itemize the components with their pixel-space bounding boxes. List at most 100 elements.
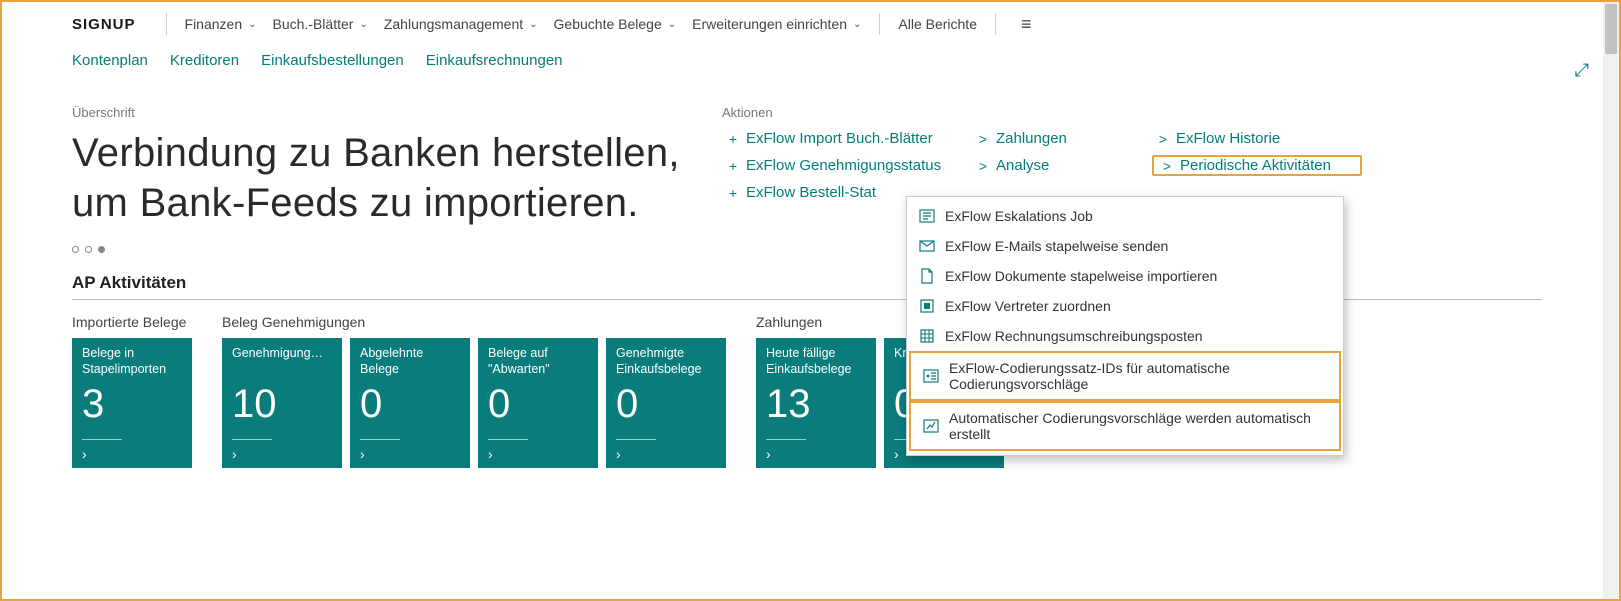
menu-gebuchte-belege[interactable]: Gebuchte Belege ⌄ bbox=[546, 12, 685, 36]
tile-groups: Importierte Belege Belege in Stapelimport… bbox=[72, 314, 1619, 468]
carousel-dot[interactable] bbox=[85, 246, 92, 253]
chevron-right-icon: › bbox=[360, 446, 365, 462]
scrollbar[interactable] bbox=[1603, 2, 1619, 599]
chevron-right-icon: › bbox=[488, 446, 493, 462]
tile-label: Belege in Stapelimporten bbox=[82, 346, 182, 380]
chevron-right-icon: › bbox=[616, 446, 621, 462]
headline-text: Verbindung zu Banken herstellen, um Bank… bbox=[72, 128, 722, 228]
tile-label: Belege auf "Abwarten" bbox=[488, 346, 588, 380]
menu-finanzen[interactable]: Finanzen⌄ bbox=[177, 12, 265, 36]
top-menu-bar: SIGNUP Finanzen⌄ Buch.-Blätter ⌄ Zahlungs… bbox=[2, 2, 1619, 46]
dropdown-item[interactable]: ExFlow Eskalations Job bbox=[907, 201, 1343, 231]
chevron-down-icon: ⌄ bbox=[668, 19, 676, 30]
chevron-down-icon: ⌄ bbox=[853, 19, 861, 30]
action-label: Periodische Aktivitäten bbox=[1180, 157, 1331, 174]
tile-value: 3 bbox=[82, 382, 182, 427]
tile-divider bbox=[766, 439, 806, 440]
dropdown-item[interactable]: Automatischer Codierungsvorschläge werde… bbox=[909, 401, 1341, 451]
tiles-row: Genehmigung…10›Abgelehnte Belege0›Belege… bbox=[222, 338, 726, 468]
menu-erweiterungen[interactable]: Erweiterungen einrichten⌄ bbox=[684, 12, 869, 36]
action-label: Zahlungen bbox=[996, 130, 1067, 147]
action-analyse[interactable]: >Analyse bbox=[972, 155, 1142, 176]
headline-caption: Überschrift bbox=[72, 105, 722, 120]
tile-divider bbox=[360, 439, 400, 440]
kpi-tile[interactable]: Genehmigung…10 › bbox=[222, 338, 342, 468]
tile-group: Importierte Belege Belege in Stapelimport… bbox=[72, 314, 192, 468]
tile-value: 0 bbox=[616, 382, 716, 427]
plus-icon: + bbox=[726, 185, 740, 201]
dropdown-item-label: ExFlow-Codierungssatz-IDs für automatisc… bbox=[949, 360, 1327, 392]
actions-grid: +ExFlow Import Buch.-Blätter >Zahlungen … bbox=[722, 128, 1619, 203]
dropdown-item[interactable]: ExFlow Dokumente stapelweise importieren bbox=[907, 261, 1343, 291]
menu-label: Zahlungsmanagement bbox=[384, 16, 523, 32]
chevron-right-icon: › bbox=[232, 446, 237, 462]
tile-value: 0 bbox=[360, 382, 460, 427]
chevron-down-icon: ⌄ bbox=[359, 19, 367, 30]
menu-buch-blaetter[interactable]: Buch.-Blätter ⌄ bbox=[265, 12, 376, 36]
menu-alle-berichte[interactable]: Alle Berichte bbox=[890, 12, 985, 36]
action-periodische-aktivitaeten[interactable]: > Periodische Aktivitäten bbox=[1152, 155, 1362, 176]
tile-value: 13 bbox=[766, 382, 866, 427]
tile-divider bbox=[82, 439, 122, 440]
tile-value: 10 bbox=[232, 382, 332, 427]
action-exflow-import[interactable]: +ExFlow Import Buch.-Blätter bbox=[722, 128, 962, 149]
action-exflow-genehmigung[interactable]: +ExFlow Genehmigungsstatus bbox=[722, 155, 962, 176]
dropdown-item[interactable]: ExFlow Vertreter zuordnen bbox=[907, 291, 1343, 321]
menu-label: Buch.-Blätter bbox=[273, 16, 354, 32]
brand-label: SIGNUP bbox=[72, 16, 136, 33]
dropdown-item[interactable]: ExFlow E-Mails stapelweise senden bbox=[907, 231, 1343, 261]
kpi-tile[interactable]: Belege in Stapelimporten3 › bbox=[72, 338, 192, 468]
tile-label: Genehmigung… bbox=[232, 346, 332, 380]
dropdown-item[interactable]: ExFlow Rechnungsumschreibungsposten bbox=[907, 321, 1343, 351]
scrollbar-thumb[interactable] bbox=[1605, 4, 1617, 54]
subnav-kontenplan[interactable]: Kontenplan bbox=[72, 52, 148, 69]
dropdown-menu: ExFlow Eskalations JobExFlow E-Mails sta… bbox=[906, 196, 1344, 456]
tile-divider bbox=[488, 439, 528, 440]
carousel-dot[interactable] bbox=[72, 246, 79, 253]
chevron-down-icon: ⌄ bbox=[529, 19, 537, 30]
chevron-right-icon: > bbox=[1156, 131, 1170, 147]
menu-label: Gebuchte Belege bbox=[554, 16, 662, 32]
kpi-tile[interactable]: Belege auf "Abwarten"0 › bbox=[478, 338, 598, 468]
kpi-tile[interactable]: Genehmigte Einkaufsbelege0 › bbox=[606, 338, 726, 468]
menu-label: Alle Berichte bbox=[898, 16, 977, 32]
carousel-dot-active[interactable] bbox=[98, 246, 105, 253]
group-title: Beleg Genehmigungen bbox=[222, 314, 726, 330]
tile-divider bbox=[232, 439, 272, 440]
dropdown-item-label: Automatischer Codierungsvorschläge werde… bbox=[949, 410, 1327, 442]
expand-icon[interactable]: ⤢ bbox=[1575, 60, 1589, 81]
chevron-down-icon: ⌄ bbox=[248, 19, 256, 30]
action-label: ExFlow Genehmigungsstatus bbox=[746, 157, 941, 174]
tiles-row: Belege in Stapelimporten3 › bbox=[72, 338, 192, 468]
tile-label: Genehmigte Einkaufsbelege bbox=[616, 346, 716, 380]
dropdown-item-label: ExFlow Rechnungsumschreibungsposten bbox=[945, 328, 1203, 344]
action-exflow-historie[interactable]: >ExFlow Historie bbox=[1152, 128, 1362, 149]
action-zahlungen[interactable]: > Zahlungen bbox=[972, 128, 1142, 149]
separator bbox=[995, 13, 996, 35]
kpi-tile[interactable]: Heute fällige Einkaufsbelege13 › bbox=[756, 338, 876, 468]
chevron-right-icon: > bbox=[976, 131, 990, 147]
tile-label: Heute fällige Einkaufsbelege bbox=[766, 346, 866, 380]
group-title: Importierte Belege bbox=[72, 314, 192, 330]
plus-icon: + bbox=[726, 131, 740, 147]
dropdown-item-label: ExFlow Vertreter zuordnen bbox=[945, 298, 1111, 314]
dropdown-item-label: ExFlow Dokumente stapelweise importieren bbox=[945, 268, 1217, 284]
tile-label: Abgelehnte Belege bbox=[360, 346, 460, 380]
chevron-right-icon: › bbox=[82, 446, 87, 462]
chevron-right-icon: › bbox=[894, 446, 899, 462]
chevron-right-icon: > bbox=[1160, 158, 1174, 174]
tile-divider bbox=[616, 439, 656, 440]
kpi-tile[interactable]: Abgelehnte Belege0 › bbox=[350, 338, 470, 468]
subnav-einkaufsrechnungen[interactable]: Einkaufsrechnungen bbox=[426, 52, 563, 69]
hamburger-icon[interactable]: ≡ bbox=[1021, 14, 1032, 35]
dropdown-item[interactable]: ExFlow-Codierungssatz-IDs für automatisc… bbox=[909, 351, 1341, 401]
sub-nav: Kontenplan Kreditoren Einkaufsbestellung… bbox=[2, 46, 1619, 75]
tile-value: 0 bbox=[488, 382, 588, 427]
action-label: ExFlow Bestell-Stat bbox=[746, 184, 876, 201]
subnav-einkaufsbestellungen[interactable]: Einkaufsbestellungen bbox=[261, 52, 404, 69]
chevron-right-icon: › bbox=[766, 446, 771, 462]
subnav-kreditoren[interactable]: Kreditoren bbox=[170, 52, 239, 69]
separator bbox=[879, 13, 880, 35]
menu-zahlungsmanagement[interactable]: Zahlungsmanagement ⌄ bbox=[376, 12, 546, 36]
chevron-right-icon: > bbox=[976, 158, 990, 174]
